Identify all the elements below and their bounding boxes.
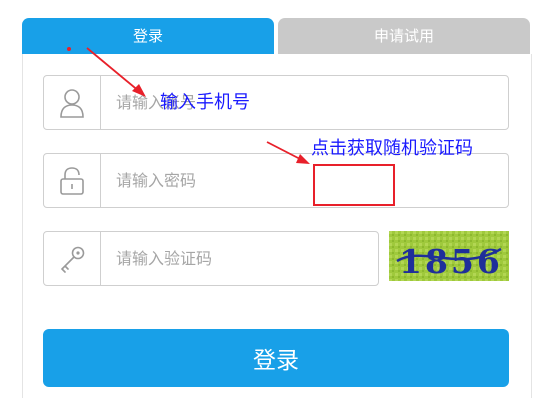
captcha-text: 1856 xyxy=(399,242,503,281)
user-icon xyxy=(44,76,101,129)
lock-icon xyxy=(44,154,101,207)
key-icon xyxy=(44,232,101,285)
account-field xyxy=(43,75,509,130)
tab-login[interactable]: 登录 xyxy=(22,18,274,54)
verification-code-field xyxy=(43,231,379,286)
captcha-image[interactable]: 1856 xyxy=(389,231,509,281)
annotation-captcha-note: 点击获取随机验证码 xyxy=(311,138,473,159)
login-submit-button[interactable]: 登录 xyxy=(43,329,509,387)
tab-apply-trial[interactable]: 申请试用 xyxy=(278,18,530,54)
login-page: 登录 申请试用 请输入账号 请输入验证码 1856 登录 输入手机号 点击获取随… xyxy=(0,0,557,398)
verification-code-input[interactable] xyxy=(116,232,356,285)
password-field xyxy=(43,153,509,208)
annotation-phone-note: 输入手机号 xyxy=(160,92,250,113)
annotation-highlight-box xyxy=(313,164,395,206)
